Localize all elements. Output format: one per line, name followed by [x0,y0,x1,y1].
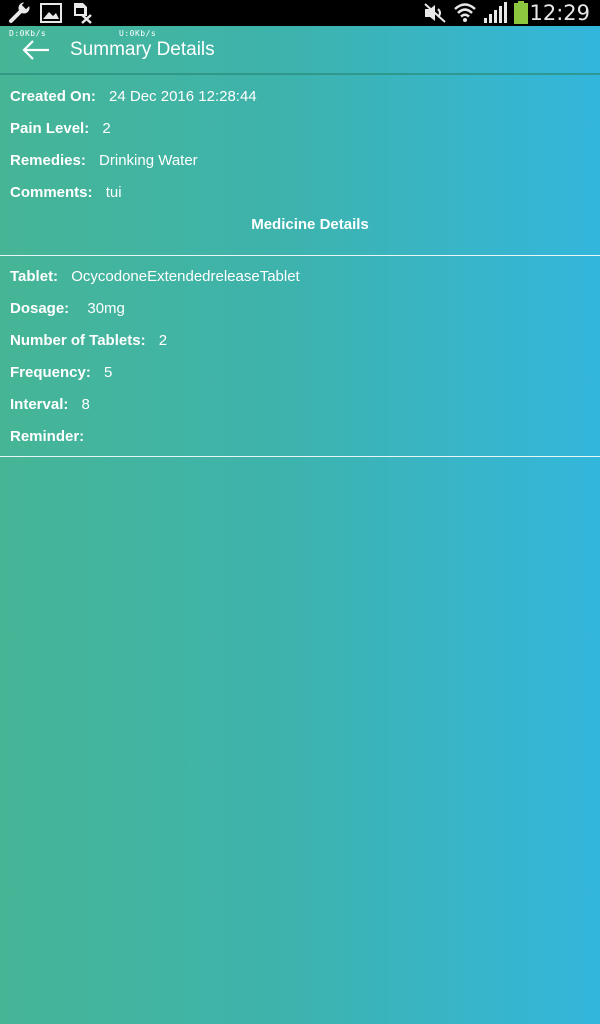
page-title: Summary Details [70,39,215,60]
bottom-divider [0,456,600,457]
frequency-row: Frequency: 5 [10,364,112,381]
status-bar: 12:29 [0,0,600,26]
comments-row: Comments: tui [10,184,122,201]
interval-row: Interval: 8 [10,396,90,413]
comments-value: tui [105,184,122,201]
remedies-label: Remedies: [10,152,86,169]
pain-level-row: Pain Level: 2 [10,120,111,137]
remedies-row: Remedies: Drinking Water [10,152,198,169]
toolbar-divider [0,73,600,75]
toolbar: Summary Details [0,26,600,74]
image-icon [40,3,62,28]
signal-icon [483,2,509,29]
arrow-left-icon [22,40,49,60]
created-on-label: Created On: [10,88,96,105]
created-on-value: 24 Dec 2016 12:28:44 [109,88,257,105]
mute-icon [423,3,447,28]
number-of-tablets-label: Number of Tablets: [10,332,146,349]
interval-value: 8 [81,396,90,413]
dosage-label: Dosage: [10,300,70,317]
medicine-details-heading: Medicine Details [251,216,369,233]
dosage-value: 30mg [87,300,125,317]
dosage-row: Dosage: 30mg [10,300,125,317]
number-of-tablets-row: Number of Tablets: 2 [10,332,167,349]
pain-level-value: 2 [102,120,111,137]
frequency-value: 5 [104,364,113,381]
tablet-label: Tablet: [10,268,59,285]
wifi-icon [454,1,476,28]
tablet-value: OcycodoneExtendedreleaseTablet [71,268,300,285]
app-screen: D:0Kb/s U:0Kb/s Summary Details Created … [0,26,600,1024]
frequency-label: Frequency: [10,364,91,381]
tablet-row: Tablet: OcycodoneExtendedreleaseTablet [10,268,300,285]
section-divider [0,255,600,256]
number-of-tablets-value: 2 [158,332,168,349]
reminder-row: Reminder: [10,428,90,445]
pain-level-label: Pain Level: [10,120,90,137]
reminder-label: Reminder: [10,428,85,445]
back-button[interactable] [18,34,54,66]
comments-label: Comments: [10,184,93,201]
created-on-row: Created On: 24 Dec 2016 12:28:44 [10,88,257,105]
interval-label: Interval: [10,396,69,413]
clock-time: 12:29 [529,1,590,25]
remedies-value: Drinking Water [99,152,198,169]
sim-card-icon [72,2,94,29]
wrench-icon [8,0,32,29]
